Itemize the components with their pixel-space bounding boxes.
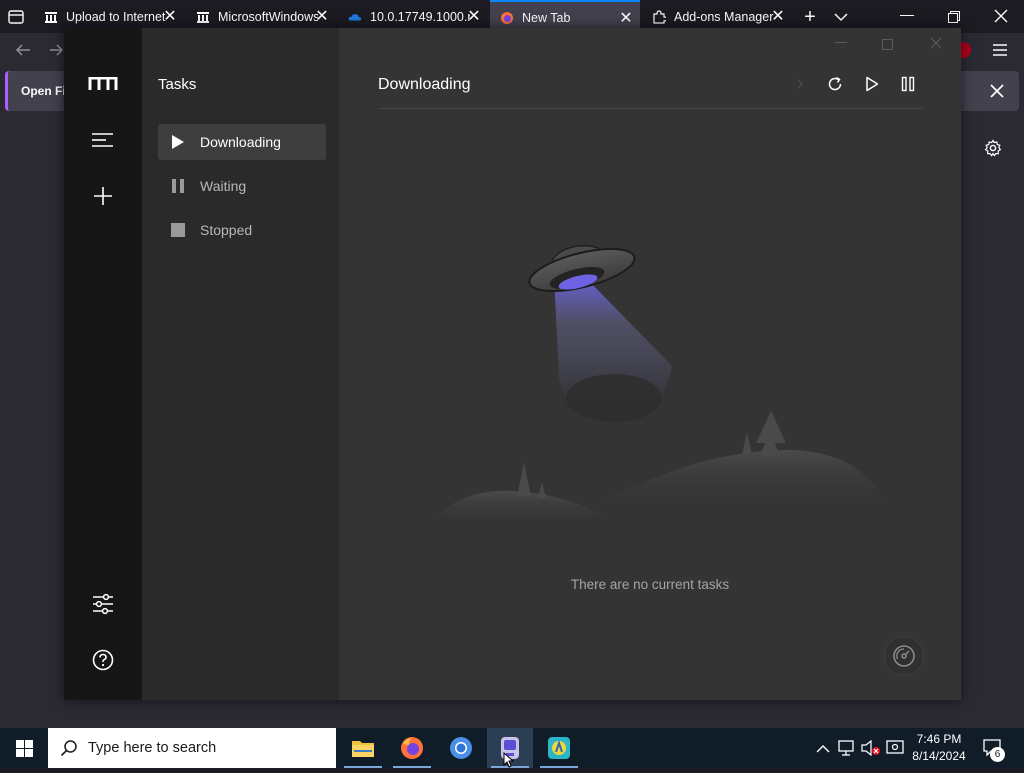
notification-count-badge: 6 [990,747,1005,762]
close-icon[interactable]: ✕ [466,8,482,25]
search-icon [60,739,78,757]
hamburger-menu-icon[interactable] [992,42,1008,58]
chromium-icon [450,737,472,759]
mouse-cursor-icon [503,751,515,768]
add-task-icon[interactable] [88,181,118,211]
tab-label: New Tab [522,10,571,25]
task-list-menu-icon[interactable] [88,125,118,155]
page-title: Downloading [378,76,471,93]
firefox-icon [500,11,514,25]
tab-label: 10.0.17749.1000.rs [370,9,470,24]
network-icon[interactable] [838,740,856,756]
firefox-app[interactable] [389,728,435,768]
gear-icon[interactable] [984,139,1002,157]
app-maximize-icon[interactable] [882,37,893,50]
close-icon[interactable]: ✕ [162,8,178,25]
volume-muted-icon[interactable] [861,739,881,757]
app-sidebar-rail [64,28,142,700]
firefox-icon [401,737,423,759]
motrix-logo-icon [88,69,118,99]
tab-label: Add-ons Manager [674,9,774,24]
help-icon[interactable] [88,645,118,675]
close-notification-icon[interactable] [990,84,1004,98]
minimize-window-icon[interactable] [900,15,914,16]
ublock-icon[interactable] [961,42,971,58]
section-title: Tasks [158,76,197,93]
app-close-icon[interactable] [930,36,942,49]
pause-all-icon[interactable] [897,73,919,95]
refresh-icon[interactable] [824,73,846,95]
nav-item-waiting[interactable]: Waiting [158,168,326,204]
file-explorer-app[interactable] [340,728,386,768]
tab-label: Upload to Internet [66,9,166,24]
chevron-up-icon[interactable] [816,742,830,754]
close-icon[interactable]: ✕ [770,8,786,25]
header-divider [378,108,923,109]
windows-start-icon[interactable] [16,740,33,757]
chevron-down-icon[interactable] [832,8,850,26]
task-category-panel: Tasks Downloading Waiting Stopped [142,28,339,700]
arduino-app[interactable] [536,728,582,768]
new-tab-icon[interactable]: + [800,7,820,27]
clock-time[interactable]: 7:46 PM [908,732,970,746]
tab-overview-icon[interactable] [7,8,25,26]
close-icon[interactable]: ✕ [618,10,634,27]
nav-item-label: Waiting [200,178,247,194]
archive-icon [44,10,58,24]
tab-label: MicrosoftWindows [218,9,318,24]
chevron-right-icon [789,73,811,95]
taskbar-search-box[interactable]: Type here to search [48,728,336,768]
restore-window-icon[interactable] [948,10,960,23]
app-minimize-icon[interactable] [835,42,847,43]
close-window-icon[interactable] [994,9,1008,23]
task-main-area: Downloading There are no current tasks [339,28,961,700]
pause-icon [170,178,186,194]
app-icon [548,737,570,759]
nav-item-label: Stopped [200,222,253,238]
search-placeholder: Type here to search [88,740,217,756]
open-file-button[interactable]: Open Fi [21,84,66,98]
resume-all-icon[interactable] [861,73,883,95]
windows-taskbar: Type here to search 7:46 PM 8/14/2024 6 [0,728,1024,768]
chromium-app[interactable] [438,728,484,768]
clock-date[interactable]: 8/14/2024 [908,749,970,763]
empty-state-text: There are no current tasks [570,577,730,592]
nav-item-label: Downloading [200,134,281,150]
motrix-window: Tasks Downloading Waiting Stopped Downlo… [64,28,961,700]
close-icon[interactable]: ✕ [314,8,330,25]
nav-item-downloading[interactable]: Downloading [158,124,326,160]
speedometer-button[interactable] [884,636,924,676]
back-icon[interactable] [14,41,32,59]
play-icon [170,134,186,150]
archive-icon [196,10,210,24]
display-settings-icon[interactable] [886,740,904,756]
forward-icon[interactable] [50,41,64,59]
folder-icon [352,741,374,757]
speedometer-icon [893,645,915,667]
stop-icon [170,222,186,238]
ufo-illustration [414,208,889,528]
puzzle-icon [652,9,666,24]
onedrive-icon [348,10,362,24]
preferences-icon[interactable] [88,589,118,619]
nav-item-stopped[interactable]: Stopped [158,212,326,248]
